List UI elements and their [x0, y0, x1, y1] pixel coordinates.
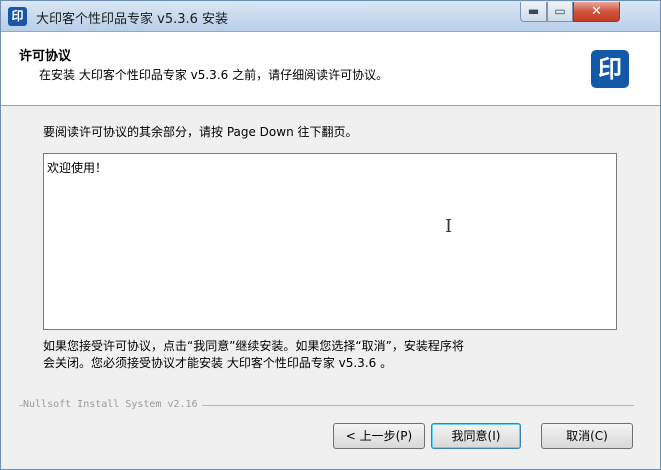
- back-button[interactable]: < 上一步(P): [333, 423, 425, 449]
- minimize-button[interactable]: ▬: [520, 2, 547, 22]
- branding-text: Nullsoft Install System v2.16: [23, 399, 202, 410]
- app-icon: 印: [8, 7, 27, 26]
- license-text: 欢迎使用！: [47, 161, 108, 175]
- maximize-icon: ▭: [554, 4, 566, 18]
- page-subtitle: 在安装 大印客个性印品专家 v5.3.6 之前，请仔细阅读许可协议。: [39, 68, 389, 82]
- close-button[interactable]: ✕: [573, 2, 620, 22]
- notice-line-2: 会关闭。您必须接受协议才能安装 大印客个性印品专家 v5.3.6 。: [43, 356, 393, 370]
- page-header: 许可协议 在安装 大印客个性印品专家 v5.3.6 之前，请仔细阅读许可协议。 …: [1, 32, 660, 106]
- minimize-icon: ▬: [527, 4, 540, 18]
- license-text-box[interactable]: 欢迎使用！ I: [43, 153, 617, 330]
- notice-line-1: 如果您接受许可协议，点击“我同意”继续安装。如果您选择“取消”，安装程序将: [43, 339, 464, 353]
- cancel-button[interactable]: 取消(C): [541, 423, 633, 449]
- title-bar[interactable]: 印 大印客个性印品专家 v5.3.6 安装 ▬ ▭ ✕: [1, 1, 660, 32]
- license-instruction: 要阅读许可协议的其余部分，请按 Page Down 往下翻页。: [43, 125, 358, 139]
- maximize-button[interactable]: ▭: [547, 2, 573, 22]
- installer-branding: Nullsoft Install System v2.16: [19, 399, 634, 411]
- text-cursor-icon: I: [445, 216, 453, 237]
- page-title: 许可协议: [19, 49, 72, 64]
- window-title: 大印客个性印品专家 v5.3.6 安装: [36, 12, 229, 27]
- agree-button[interactable]: 我同意(I): [431, 423, 521, 449]
- close-icon: ✕: [591, 4, 602, 19]
- installer-window: 印 大印客个性印品专家 v5.3.6 安装 ▬ ▭ ✕ 许可协议 在安装 大印客…: [0, 0, 661, 470]
- license-notice: 如果您接受许可协议，点击“我同意”继续安装。如果您选择“取消”，安装程序将 会关…: [43, 338, 623, 372]
- app-logo-icon: 印: [591, 50, 629, 88]
